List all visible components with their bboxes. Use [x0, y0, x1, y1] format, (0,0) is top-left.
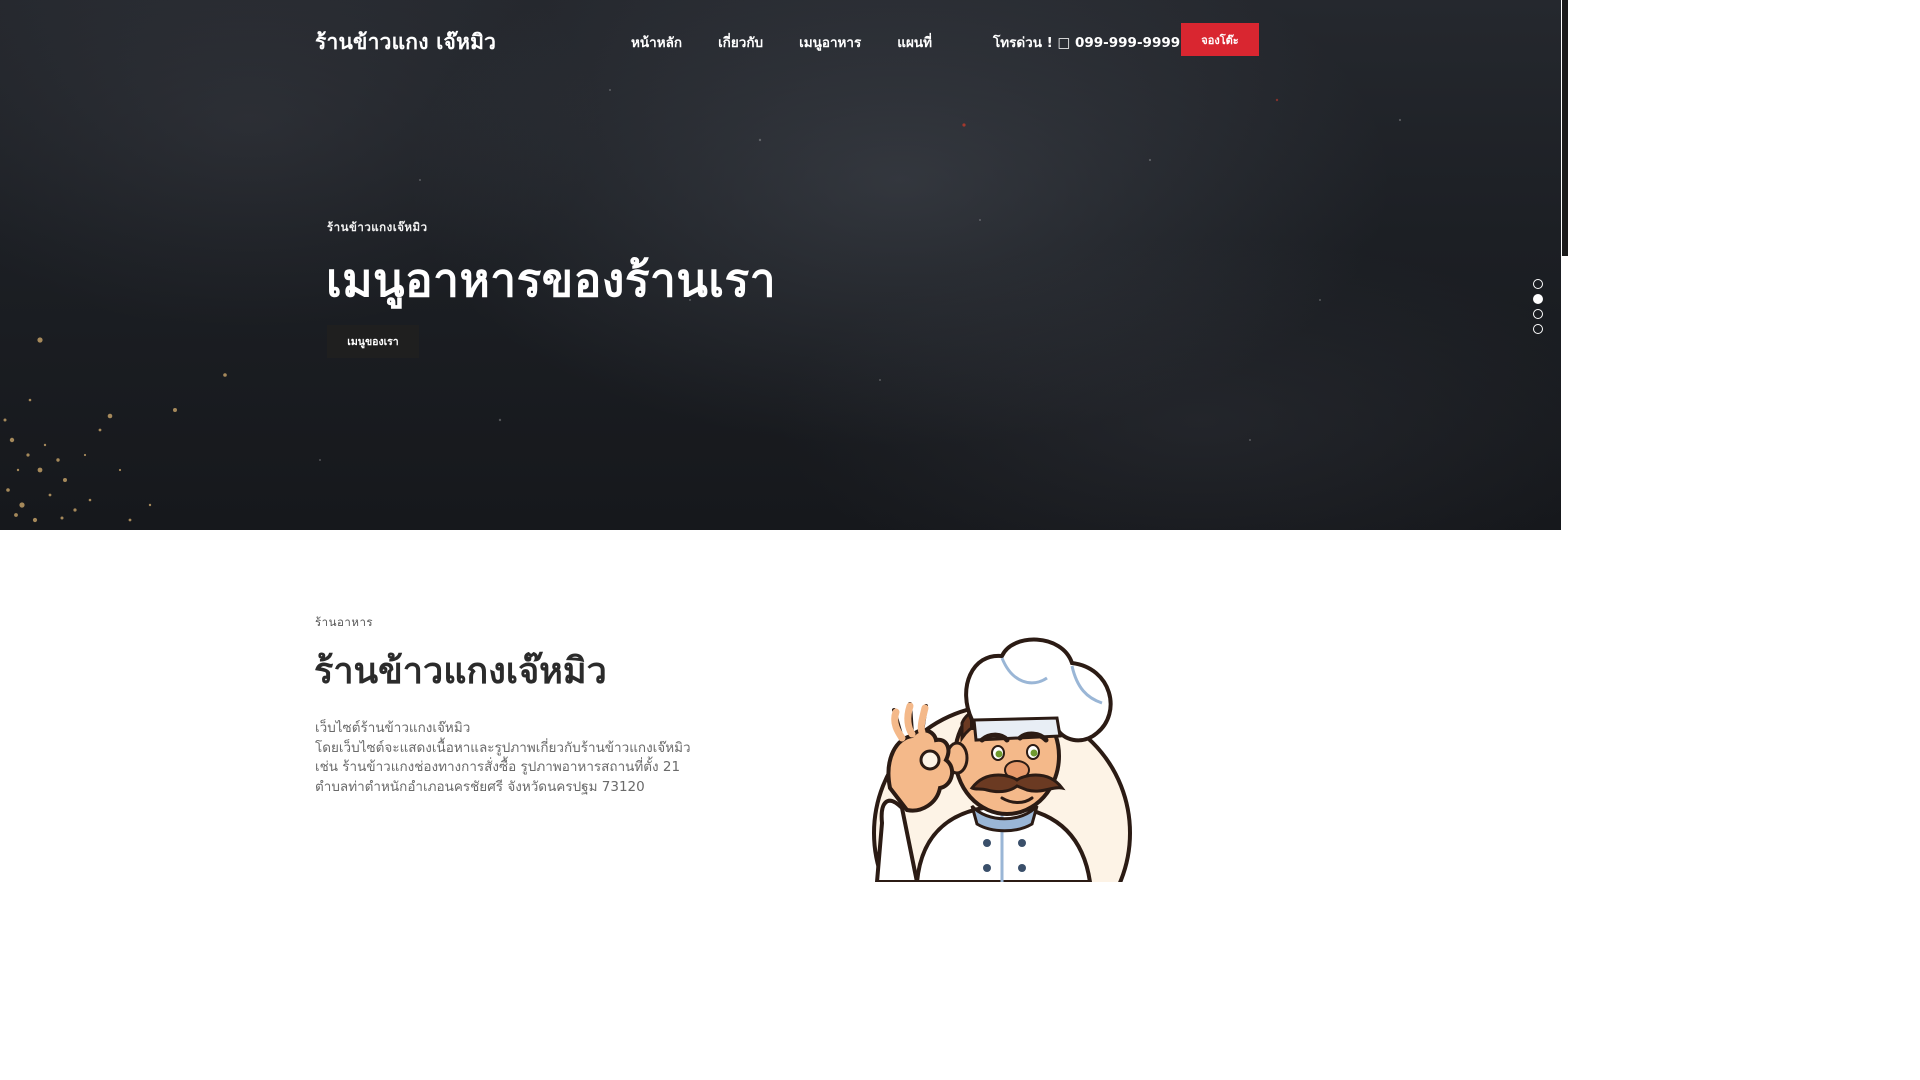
slider-dot-4[interactable]	[1533, 324, 1543, 334]
hero-banner: ร้านข้าวแกง เจ๊หมิว หน้าหลัก เกี่ยวกับ เ…	[0, 0, 1561, 530]
nav-item-menu[interactable]: เมนูอาหาร	[799, 31, 861, 53]
scrollbar-thumb[interactable]	[1562, 0, 1568, 256]
hero-subtitle: ร้านข้าวแกงเจ๊หมิว	[327, 220, 428, 234]
brand-logo[interactable]: ร้านข้าวแกง เจ๊หมิว	[315, 26, 496, 59]
nav-item-home[interactable]: หน้าหลัก	[631, 31, 682, 53]
about-kicker: ร้านอาหาร	[315, 615, 374, 629]
hotline-phone[interactable]: โทรด่วน ! □ 099-999-9999	[993, 31, 1180, 53]
slider-dot-1[interactable]	[1533, 279, 1543, 289]
slider-dot-2[interactable]	[1533, 294, 1543, 304]
chef-illustration	[862, 628, 1152, 882]
about-line: เช่น ร้านข้าวแกงช่องทางการสั่งซื้อ รูปภา…	[315, 759, 681, 775]
about-title: ร้านข้าวแกงเจ๊หมิว	[314, 651, 607, 692]
about-description: เว็บไซต์ร้านข้าวแกงเจ๊หมิว โดยเว็บไซต์จะ…	[315, 719, 735, 797]
main-nav: หน้าหลัก เกี่ยวกับ เมนูอาหาร แผนที่	[631, 31, 968, 53]
hero-title: เมนูอาหารของร้านเรา	[326, 253, 777, 307]
nav-item-about[interactable]: เกี่ยวกับ	[718, 31, 763, 53]
slider-dots	[1533, 279, 1543, 334]
about-line: เว็บไซต์ร้านข้าวแกงเจ๊หมิว	[315, 720, 471, 736]
slider-dot-3[interactable]	[1533, 309, 1543, 319]
our-menu-button[interactable]: เมนูของเรา	[327, 325, 419, 358]
hero-texture	[3, 89, 1402, 523]
nav-item-map[interactable]: แผนที่	[897, 31, 932, 53]
book-table-button[interactable]: จองโต๊ะ	[1181, 23, 1259, 56]
about-line: ตำบลท่าตำหนักอำเภอนครชัยศรี จังหวัดนครปฐ…	[315, 778, 645, 795]
about-line: โดยเว็บไซต์จะแสดงเนื้อหาและรูปภาพเกี่ยวก…	[315, 739, 691, 756]
